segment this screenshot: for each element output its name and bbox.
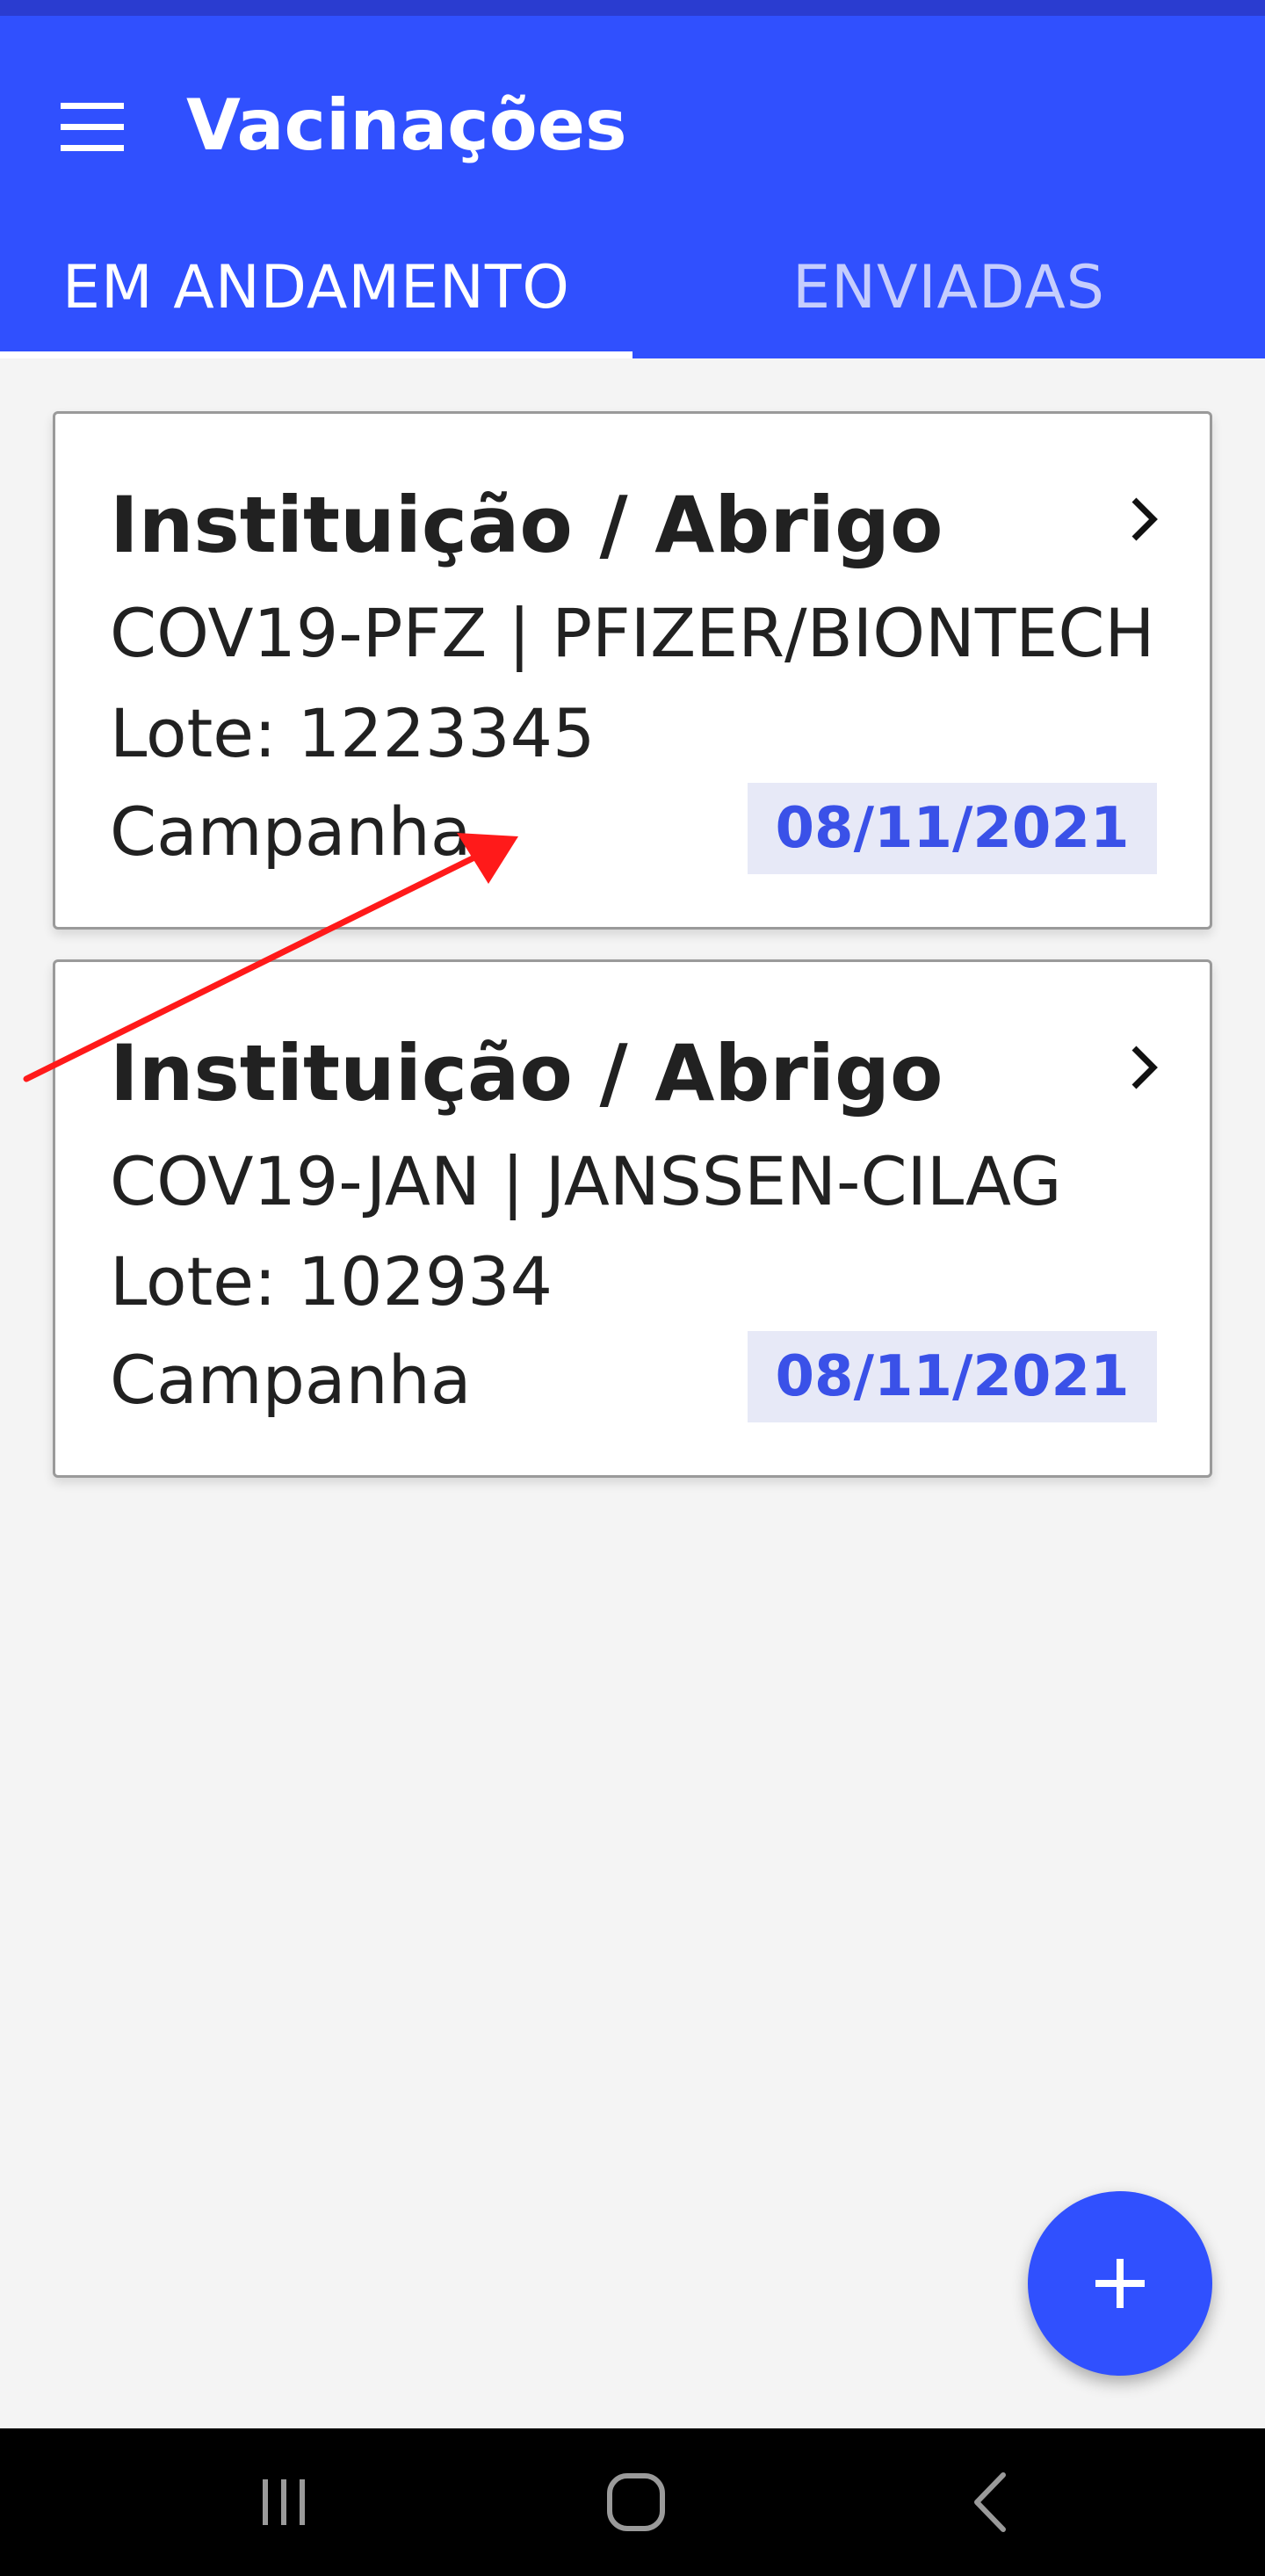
recents-button[interactable] [213,2449,354,2555]
menu-button[interactable] [35,70,149,185]
lot-number: Lote: 1223345 [110,694,596,772]
system-nav-bar [0,2428,1265,2576]
menu-icon [61,103,124,151]
plus-icon [1095,2259,1145,2308]
vaccine-name: COV19-JAN | JANSSEN-CILAG [110,1142,1062,1220]
page-title: Vacinações [186,84,627,166]
chevron-right-icon [1110,1032,1180,1103]
tab-label: ENVIADAS [792,252,1105,322]
tab-enviadas[interactable]: ENVIADAS [632,216,1265,358]
back-icon [974,2472,1006,2532]
card-title: Instituição / Abrigo [110,1028,943,1118]
tab-bar: EM ANDAMENTO ENVIADAS [0,216,1265,358]
recents-icon [263,2479,305,2525]
home-icon [607,2473,665,2531]
active-tab-indicator [0,351,632,358]
card-title: Instituição / Abrigo [110,480,943,570]
lot-number: Lote: 102934 [110,1242,553,1321]
tab-em-andamento[interactable]: EM ANDAMENTO [0,216,632,358]
date-badge: 08/11/2021 [748,1331,1157,1422]
date-badge: 08/11/2021 [748,783,1157,874]
status-bar [0,0,1265,16]
chevron-right-icon [1110,484,1180,554]
home-button[interactable] [566,2449,706,2555]
vaccination-card[interactable]: Instituição / Abrigo COV19-JAN | JANSSEN… [53,959,1212,1478]
back-button[interactable] [920,2449,1060,2555]
add-vaccination-button[interactable] [1028,2191,1212,2376]
vaccination-card[interactable]: Instituição / Abrigo COV19-PFZ | PFIZER/… [53,411,1212,930]
vaccine-name: COV19-PFZ | PFIZER/BIONTECH [110,594,1155,672]
tab-label: EM ANDAMENTO [62,252,570,322]
